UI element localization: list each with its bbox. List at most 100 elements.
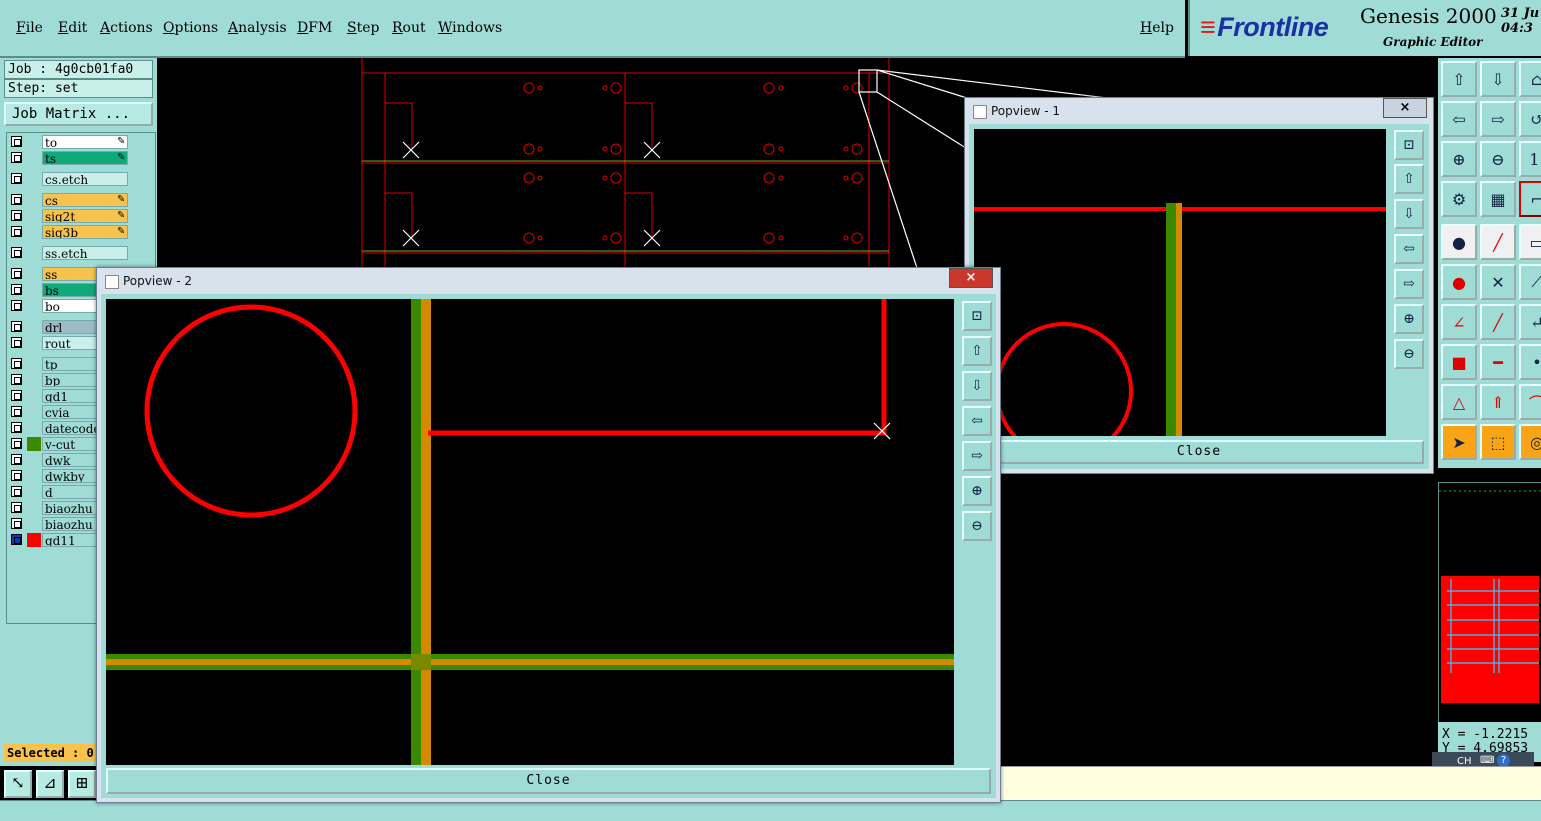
layer-name[interactable]: datecode bbox=[42, 421, 102, 435]
layer-name[interactable]: cvia bbox=[42, 405, 102, 419]
zoom-area-icon[interactable]: ⊿ bbox=[36, 770, 64, 798]
return-icon[interactable]: ↵ bbox=[1519, 304, 1541, 340]
p2-up-icon[interactable]: ⇧ bbox=[962, 336, 992, 366]
layer-name[interactable]: ts bbox=[42, 151, 128, 165]
layer-checkbox[interactable] bbox=[11, 152, 22, 163]
layer-checkbox[interactable] bbox=[11, 194, 22, 205]
layer-checkbox[interactable] bbox=[11, 390, 22, 401]
layer-name[interactable]: v-cut bbox=[42, 437, 102, 451]
layer-checkbox[interactable] bbox=[11, 321, 22, 332]
popview-1-close-button[interactable]: Close bbox=[974, 440, 1424, 464]
layer-name[interactable]: rout bbox=[42, 336, 102, 350]
layer-checkbox[interactable] bbox=[11, 358, 22, 369]
p1-down-icon[interactable]: ⇩ bbox=[1394, 199, 1424, 229]
layer-checkbox[interactable] bbox=[11, 284, 22, 295]
layer-name[interactable]: ss bbox=[42, 267, 102, 281]
zoom-in-icon[interactable]: ⊕ bbox=[1441, 141, 1477, 177]
layer-name[interactable]: gd1 bbox=[42, 389, 102, 403]
layer-name[interactable]: cs.etch bbox=[42, 172, 128, 186]
layer-checkbox[interactable] bbox=[11, 247, 22, 258]
layer-row[interactable]: cs.etch bbox=[9, 172, 157, 186]
zoom-out-icon[interactable]: ⊖ bbox=[1480, 141, 1516, 177]
zoom-fit-icon[interactable]: ⤡ bbox=[4, 770, 32, 798]
node-icon[interactable]: • bbox=[1519, 344, 1541, 380]
grid-icon[interactable]: ⊞ bbox=[68, 770, 96, 798]
layer-checkbox[interactable] bbox=[11, 502, 22, 513]
menu-rout[interactable]: Rout bbox=[392, 20, 426, 36]
connect-icon[interactable]: ● bbox=[1441, 264, 1477, 300]
layer-checkbox[interactable] bbox=[11, 534, 22, 545]
layer-checkbox[interactable] bbox=[11, 136, 22, 147]
layer-name[interactable]: sig3b bbox=[42, 225, 128, 239]
popview-2-canvas[interactable] bbox=[106, 299, 954, 765]
p1-zoom-icon[interactable]: ⊡ bbox=[1394, 130, 1424, 160]
popview-1-close-x[interactable]: × bbox=[1383, 98, 1427, 118]
layer-name[interactable]: ss.etch bbox=[42, 246, 128, 260]
angle-icon[interactable]: ∠ bbox=[1441, 304, 1477, 340]
layer-name[interactable]: d bbox=[42, 485, 102, 499]
layer-checkbox[interactable] bbox=[11, 486, 22, 497]
layer-checkbox[interactable] bbox=[11, 518, 22, 529]
link-icon[interactable]: ⟋ bbox=[1519, 264, 1541, 300]
menu-edit[interactable]: Edit bbox=[58, 20, 87, 36]
layer-checkbox[interactable] bbox=[11, 406, 22, 417]
layer-name[interactable]: dwk bbox=[42, 453, 102, 467]
pan-left-icon[interactable]: ⇦ bbox=[1441, 101, 1477, 137]
measure-icon[interactable]: ⚙ bbox=[1441, 181, 1477, 217]
job-matrix-button[interactable]: Job Matrix ... bbox=[4, 102, 153, 126]
layer-checkbox[interactable] bbox=[11, 438, 22, 449]
popview-1-canvas[interactable] bbox=[974, 129, 1386, 436]
layer-checkbox[interactable] bbox=[11, 268, 22, 279]
cross-icon[interactable]: ✕ bbox=[1480, 264, 1516, 300]
p2-zoom-icon[interactable]: ⊡ bbox=[962, 301, 992, 331]
layer-checkbox[interactable] bbox=[11, 454, 22, 465]
p1-right-icon[interactable]: ⇨ bbox=[1394, 269, 1424, 299]
layer-row[interactable]: ss.etch bbox=[9, 246, 157, 260]
p1-left-icon[interactable]: ⇦ bbox=[1394, 234, 1424, 264]
layer-checkbox[interactable] bbox=[11, 337, 22, 348]
select-box-icon[interactable]: ⬚ bbox=[1480, 424, 1516, 460]
layer-checkbox[interactable] bbox=[11, 470, 22, 481]
layer-name[interactable]: bo bbox=[42, 299, 102, 313]
p1-zoom-out-icon[interactable]: ⊖ bbox=[1394, 339, 1424, 369]
menu-dfm[interactable]: DFM bbox=[297, 20, 332, 36]
layer-name[interactable]: bp bbox=[42, 373, 102, 387]
layer-name[interactable]: to bbox=[42, 135, 128, 149]
layer-checkbox[interactable] bbox=[11, 173, 22, 184]
grid-toggle-icon[interactable]: ▦ bbox=[1480, 181, 1516, 217]
pan-right-icon[interactable]: ⇨ bbox=[1480, 101, 1516, 137]
slope-icon[interactable]: ╱ bbox=[1480, 304, 1516, 340]
ruler-icon[interactable]: ▭ bbox=[1519, 224, 1541, 260]
layer-row[interactable]: sig3b ✎ bbox=[9, 225, 157, 239]
layer-name[interactable]: drl bbox=[42, 320, 102, 334]
layer-checkbox[interactable] bbox=[11, 226, 22, 237]
pad-add-icon[interactable]: ■ bbox=[1441, 344, 1477, 380]
pad-icon[interactable]: ● bbox=[1441, 224, 1477, 260]
menu-file[interactable]: File bbox=[16, 20, 43, 36]
triangle-icon[interactable]: △ bbox=[1441, 384, 1477, 420]
layer-checkbox[interactable] bbox=[11, 374, 22, 385]
select-circle-icon[interactable]: ◎ bbox=[1519, 424, 1541, 460]
pan-up-icon[interactable]: ⇧ bbox=[1441, 61, 1477, 97]
menu-help[interactable]: Help bbox=[1140, 20, 1174, 36]
popview-2-close-x[interactable]: × bbox=[949, 268, 993, 288]
layer-checkbox[interactable] bbox=[11, 210, 22, 221]
popview-2-close-button[interactable]: Close bbox=[106, 768, 991, 794]
home-icon[interactable]: ⌂ bbox=[1519, 61, 1541, 97]
p2-right-icon[interactable]: ⇨ bbox=[962, 441, 992, 471]
pan-down-icon[interactable]: ⇩ bbox=[1480, 61, 1516, 97]
mini-map[interactable] bbox=[1438, 482, 1541, 724]
p2-down-icon[interactable]: ⇩ bbox=[962, 371, 992, 401]
layer-row[interactable]: to ✎ bbox=[9, 135, 157, 149]
line-icon[interactable]: ━ bbox=[1480, 344, 1516, 380]
line-red-icon[interactable]: ╱ bbox=[1480, 224, 1516, 260]
menu-options[interactable]: Options bbox=[163, 20, 218, 36]
layer-row[interactable]: sig2t ✎ bbox=[9, 209, 157, 223]
layer-checkbox[interactable] bbox=[11, 422, 22, 433]
p2-zoom-in-icon[interactable]: ⊕ bbox=[962, 476, 992, 506]
menu-step[interactable]: Step bbox=[347, 20, 379, 36]
keyboard-icon[interactable]: ⌨ bbox=[1480, 755, 1494, 766]
layer-name[interactable]: gd11 bbox=[42, 533, 102, 547]
arrow-up-icon[interactable]: ⇑ bbox=[1480, 384, 1516, 420]
p2-left-icon[interactable]: ⇦ bbox=[962, 406, 992, 436]
